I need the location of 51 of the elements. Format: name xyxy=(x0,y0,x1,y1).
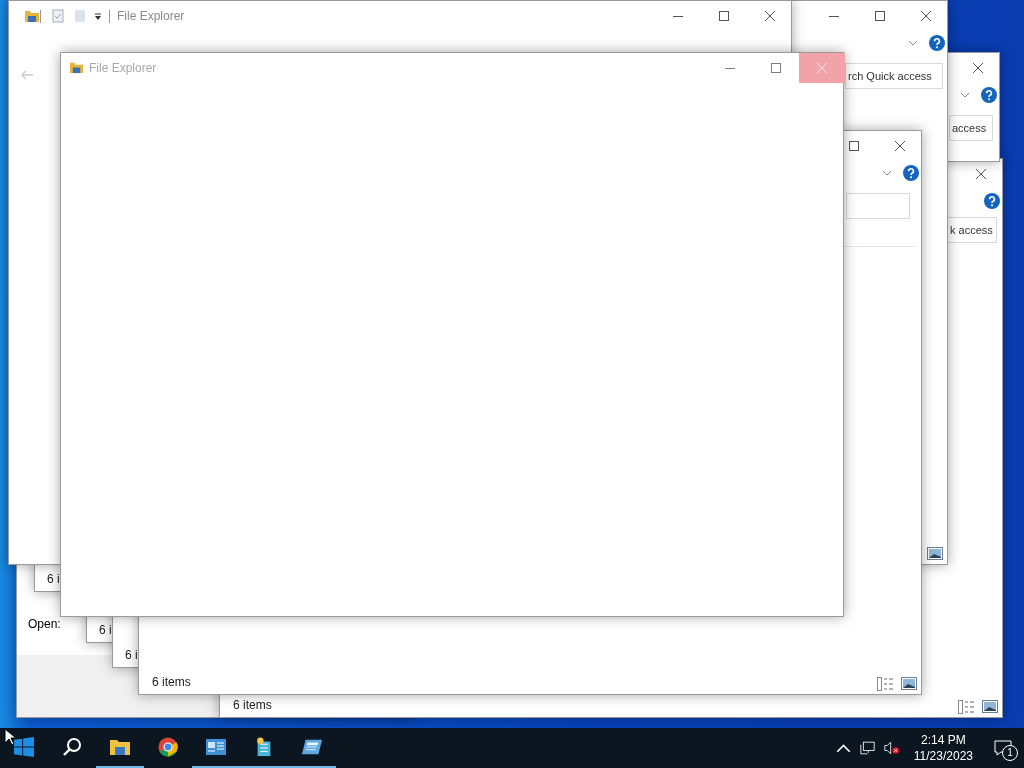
customize-caret-icon[interactable] xyxy=(94,13,102,21)
large-icons-view-icon[interactable] xyxy=(901,677,917,690)
folder-icon xyxy=(24,9,40,23)
window-title: File Explorer xyxy=(89,61,157,75)
close-icon xyxy=(765,11,775,21)
mouse-pointer-icon xyxy=(4,728,16,746)
item-count: 6 i xyxy=(47,571,60,588)
help-icon[interactable] xyxy=(929,35,945,51)
search-field[interactable]: access xyxy=(949,115,993,141)
network-icon[interactable] xyxy=(859,741,875,755)
chevron-up-icon[interactable] xyxy=(835,741,851,755)
windows-logo-icon xyxy=(13,737,35,757)
close-icon xyxy=(895,141,905,151)
large-icons-view-icon[interactable] xyxy=(927,547,943,560)
details-view-icon[interactable] xyxy=(958,700,976,714)
close-icon xyxy=(973,63,983,73)
item-count: 6 i xyxy=(125,647,138,664)
maximize-icon xyxy=(771,63,781,73)
search-field[interactable]: rch Quick access xyxy=(845,63,943,89)
close-icon xyxy=(976,169,986,179)
search-field[interactable] xyxy=(846,193,910,219)
open-label: Open: xyxy=(28,617,61,631)
action-center-button[interactable]: 1 xyxy=(988,728,1018,768)
details-view-icon[interactable] xyxy=(877,677,895,691)
close-icon xyxy=(921,11,931,21)
window-title: File Explorer xyxy=(117,9,185,23)
message-icon xyxy=(994,740,1012,756)
search-field[interactable]: k access xyxy=(947,217,997,243)
clock-date[interactable]: 11/23/2023 xyxy=(913,748,973,764)
large-icons-view-icon[interactable] xyxy=(982,700,998,713)
chevron-down-icon[interactable] xyxy=(908,40,918,46)
help-icon[interactable] xyxy=(903,165,919,181)
item-count: 6 items xyxy=(152,674,191,691)
help-icon[interactable] xyxy=(981,87,997,103)
app-window-icon xyxy=(301,737,323,757)
maximize-icon xyxy=(875,11,885,21)
chrome-icon xyxy=(157,737,179,757)
server-manager-icon xyxy=(205,737,227,757)
folder-icon xyxy=(109,737,131,757)
close-icon xyxy=(817,63,827,73)
help-icon[interactable] xyxy=(984,193,1000,209)
search-icon xyxy=(61,737,83,757)
maximize-icon xyxy=(719,11,729,21)
clock-time[interactable]: 2:14 PM xyxy=(921,732,966,748)
chevron-down-icon[interactable] xyxy=(882,170,892,176)
folder-icon xyxy=(69,61,84,74)
volume-icon[interactable] xyxy=(883,741,899,755)
item-count: 6 items xyxy=(233,697,272,714)
item-count: 6 i xyxy=(99,622,112,639)
chevron-down-icon[interactable] xyxy=(960,92,970,98)
maximize-icon xyxy=(849,141,859,151)
